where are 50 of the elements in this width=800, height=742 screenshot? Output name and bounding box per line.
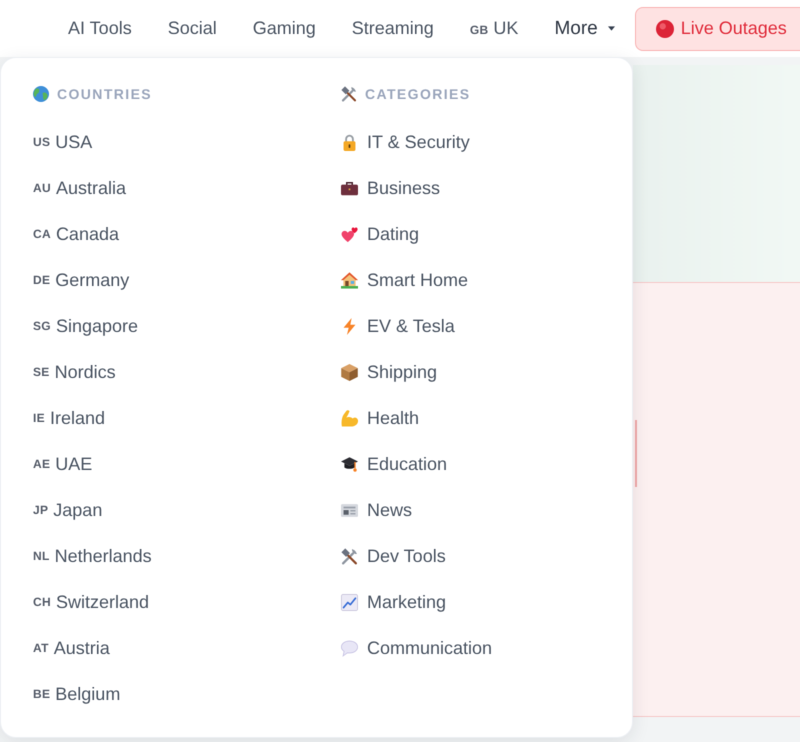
menu-item[interactable]: Dev Tools [341, 546, 446, 566]
menu-item[interactable]: IE Ireland [33, 408, 105, 428]
menu-item[interactable]: News [341, 500, 412, 520]
menu-item[interactable]: CH Switzerland [33, 592, 149, 612]
lock-icon [341, 134, 358, 150]
more-menu-button[interactable]: More [554, 18, 615, 40]
section-heading: CATEGORIES [365, 86, 471, 102]
house-icon [341, 272, 358, 288]
flexed-arm-icon [341, 410, 358, 426]
menu-item[interactable]: Business [341, 178, 440, 198]
menu-item[interactable]: IT & Security [341, 132, 470, 152]
menu-item[interactable]: US USA [33, 132, 92, 152]
briefcase-icon [341, 180, 358, 196]
caret-icon [608, 26, 615, 31]
menu-item[interactable]: BE Belgium [33, 684, 120, 704]
nav-link[interactable]: AI Tools [68, 18, 132, 39]
graduation-cap-icon [341, 456, 358, 472]
nav-link[interactable]: Social [168, 18, 217, 39]
menu-item[interactable]: AE UAE [33, 454, 92, 474]
menu-item[interactable]: Shipping [341, 362, 438, 382]
nav-link[interactable]: Streaming [352, 18, 434, 39]
menu-item[interactable]: JP Japan [33, 500, 102, 520]
newspaper-icon [341, 502, 358, 518]
speech-bubble-icon [341, 640, 358, 656]
menu-item[interactable]: EV & Tesla [341, 316, 455, 336]
live-outages-button[interactable]: Live Outages [634, 6, 800, 50]
menu-item[interactable]: Dating [341, 224, 420, 244]
menu-item[interactable]: DE Germany [33, 270, 130, 290]
menu-item[interactable]: NL Netherlands [33, 546, 152, 566]
dot-icon [656, 20, 674, 38]
lightning-icon [341, 318, 358, 334]
menu-item[interactable]: Smart Home [341, 270, 468, 290]
nav-link[interactable]: Gaming [252, 18, 316, 39]
nav-link[interactable]: GB UK [470, 18, 518, 39]
menu-item[interactable]: AT Austria [33, 638, 110, 658]
hammer-wrench-icon [341, 86, 357, 102]
menu-item[interactable]: AU Australia [33, 178, 126, 198]
globe-icon [33, 86, 49, 102]
hammer-wrench-icon [341, 548, 358, 564]
menu-item[interactable]: Education [341, 454, 448, 474]
package-icon [341, 364, 358, 380]
menu-item[interactable]: Health [341, 408, 420, 428]
section-heading: COUNTRIES [57, 86, 152, 102]
menu-item[interactable]: SG Singapore [33, 316, 138, 336]
menu-item[interactable]: SE Nordics [33, 362, 116, 382]
menu-item[interactable]: Communication [341, 638, 492, 658]
hearts-icon [341, 226, 358, 242]
line-chart-icon [341, 594, 358, 610]
menu-item[interactable]: Marketing [341, 592, 446, 612]
menu-item[interactable]: CA Canada [33, 224, 119, 244]
